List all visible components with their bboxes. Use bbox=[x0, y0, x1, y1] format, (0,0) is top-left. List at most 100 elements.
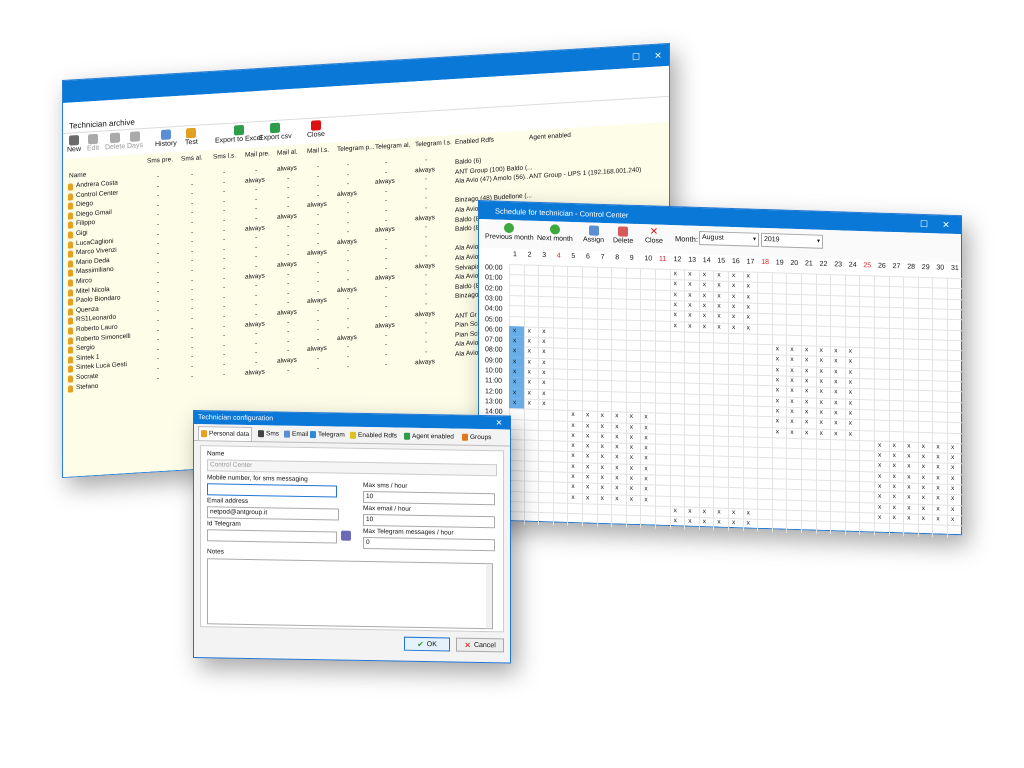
schedule-mark[interactable]: x bbox=[703, 518, 706, 525]
schedule-mark[interactable]: x bbox=[820, 347, 823, 354]
delete-button[interactable]: Delete bbox=[105, 132, 125, 151]
schedule-mark[interactable]: x bbox=[878, 493, 881, 500]
schedule-mark[interactable]: x bbox=[893, 442, 896, 449]
day-header[interactable]: 17 bbox=[747, 258, 755, 265]
schedule-mark[interactable]: x bbox=[601, 494, 604, 501]
schedule-mark[interactable]: x bbox=[571, 421, 574, 428]
schedule-mark[interactable]: x bbox=[674, 311, 677, 318]
day-header[interactable]: 22 bbox=[820, 261, 828, 268]
schedule-mark[interactable]: x bbox=[849, 420, 852, 427]
schedule-mark[interactable]: x bbox=[542, 379, 545, 386]
schedule-mark[interactable]: x bbox=[820, 367, 823, 374]
schedule-mark[interactable]: x bbox=[717, 323, 720, 330]
tab-agent-enabled[interactable]: Agent enabled bbox=[402, 430, 456, 444]
column-header[interactable]: Sms pre. bbox=[147, 156, 173, 165]
schedule-mark[interactable]: x bbox=[601, 412, 604, 419]
schedule-mark[interactable]: x bbox=[586, 432, 589, 439]
schedule-mark[interactable]: x bbox=[513, 358, 516, 365]
schedule-mark[interactable]: x bbox=[703, 323, 706, 330]
schedule-mark[interactable]: x bbox=[615, 443, 618, 450]
schedule-mark[interactable]: x bbox=[601, 464, 604, 471]
max-telegram-field[interactable]: 0 bbox=[363, 536, 495, 552]
schedule-mark[interactable]: x bbox=[776, 428, 779, 435]
schedule-mark[interactable]: x bbox=[528, 358, 531, 365]
schedule-mark[interactable]: x bbox=[630, 413, 633, 420]
schedule-mark[interactable]: x bbox=[820, 378, 823, 385]
schedule-mark[interactable]: x bbox=[542, 338, 545, 345]
schedule-mark[interactable]: x bbox=[834, 347, 837, 354]
schedule-mark[interactable]: x bbox=[644, 475, 647, 482]
schedule-mark[interactable]: x bbox=[849, 358, 852, 365]
schedule-mark[interactable]: x bbox=[644, 413, 647, 420]
schedule-mark[interactable]: x bbox=[907, 473, 910, 480]
notes-textarea[interactable] bbox=[207, 558, 493, 630]
schedule-mark[interactable]: x bbox=[732, 313, 735, 320]
schedule-mark[interactable]: x bbox=[776, 376, 779, 383]
close-icon[interactable]: ✕ bbox=[488, 416, 510, 429]
assign-button[interactable]: Assign bbox=[583, 225, 604, 244]
schedule-mark[interactable]: x bbox=[820, 388, 823, 395]
schedule-mark[interactable]: x bbox=[688, 507, 691, 514]
schedule-mark[interactable]: x bbox=[703, 312, 706, 319]
schedule-mark[interactable]: x bbox=[849, 410, 852, 417]
schedule-mark[interactable]: x bbox=[703, 281, 706, 288]
column-header[interactable]: Agent enabled bbox=[529, 132, 571, 142]
schedule-mark[interactable]: x bbox=[674, 280, 677, 287]
schedule-mark[interactable]: x bbox=[630, 434, 633, 441]
schedule-mark[interactable]: x bbox=[688, 301, 691, 308]
day-header[interactable]: 25 bbox=[863, 262, 871, 269]
schedule-mark[interactable]: x bbox=[747, 314, 750, 321]
schedule-mark[interactable]: x bbox=[776, 356, 779, 363]
schedule-mark[interactable]: x bbox=[790, 428, 793, 435]
day-header[interactable]: 27 bbox=[893, 263, 901, 270]
schedule-mark[interactable]: x bbox=[747, 293, 750, 300]
schedule-mark[interactable]: x bbox=[776, 366, 779, 373]
schedule-mark[interactable]: x bbox=[688, 271, 691, 278]
schedule-mark[interactable]: x bbox=[805, 418, 808, 425]
schedule-mark[interactable]: x bbox=[688, 322, 691, 329]
telegram-id-field[interactable] bbox=[207, 529, 337, 544]
schedule-mark[interactable]: x bbox=[805, 367, 808, 374]
schedule-mark[interactable]: x bbox=[907, 514, 910, 521]
schedule-mark[interactable]: x bbox=[513, 389, 516, 396]
schedule-mark[interactable]: x bbox=[586, 422, 589, 429]
schedule-mark[interactable]: x bbox=[630, 475, 633, 482]
day-header[interactable]: 28 bbox=[907, 263, 915, 270]
schedule-mark[interactable]: x bbox=[893, 483, 896, 490]
schedule-mark[interactable]: x bbox=[674, 270, 677, 277]
schedule-mark[interactable]: x bbox=[747, 272, 750, 279]
schedule-mark[interactable]: x bbox=[790, 408, 793, 415]
schedule-mark[interactable]: x bbox=[820, 357, 823, 364]
maximize-icon[interactable]: ☐ bbox=[913, 215, 935, 234]
schedule-mark[interactable]: x bbox=[513, 337, 516, 344]
schedule-mark[interactable]: x bbox=[644, 486, 647, 493]
schedule-mark[interactable]: x bbox=[936, 515, 939, 522]
schedule-mark[interactable]: x bbox=[951, 495, 954, 502]
day-header[interactable]: 23 bbox=[834, 261, 842, 268]
schedule-mark[interactable]: x bbox=[644, 455, 647, 462]
schedule-mark[interactable]: x bbox=[922, 463, 925, 470]
schedule-mark[interactable]: x bbox=[542, 328, 545, 335]
schedule-mark[interactable]: x bbox=[688, 281, 691, 288]
schedule-mark[interactable]: x bbox=[936, 443, 939, 450]
day-header[interactable]: 13 bbox=[688, 257, 696, 264]
year-select[interactable]: 2019 ▾ bbox=[761, 232, 823, 249]
test-button[interactable]: Test bbox=[185, 127, 198, 146]
day-header[interactable]: 31 bbox=[951, 265, 959, 272]
schedule-mark[interactable]: x bbox=[878, 472, 881, 479]
notes-scrollbar[interactable] bbox=[486, 564, 492, 629]
name-field[interactable]: Control Center bbox=[207, 459, 497, 477]
schedule-mark[interactable]: x bbox=[776, 387, 779, 394]
schedule-mark[interactable]: x bbox=[528, 348, 531, 355]
schedule-mark[interactable]: x bbox=[878, 483, 881, 490]
schedule-mark[interactable]: x bbox=[790, 387, 793, 394]
month-select[interactable]: August ▾ bbox=[699, 230, 759, 247]
schedule-mark[interactable]: x bbox=[805, 429, 808, 436]
schedule-mark[interactable]: x bbox=[601, 422, 604, 429]
schedule-mark[interactable]: x bbox=[601, 474, 604, 481]
schedule-mark[interactable]: x bbox=[703, 508, 706, 515]
history-button[interactable]: History bbox=[155, 129, 177, 148]
schedule-mark[interactable]: x bbox=[849, 368, 852, 375]
column-header[interactable]: Telegram al. bbox=[375, 142, 410, 151]
ok-button[interactable]: ✔ OK bbox=[404, 636, 450, 652]
